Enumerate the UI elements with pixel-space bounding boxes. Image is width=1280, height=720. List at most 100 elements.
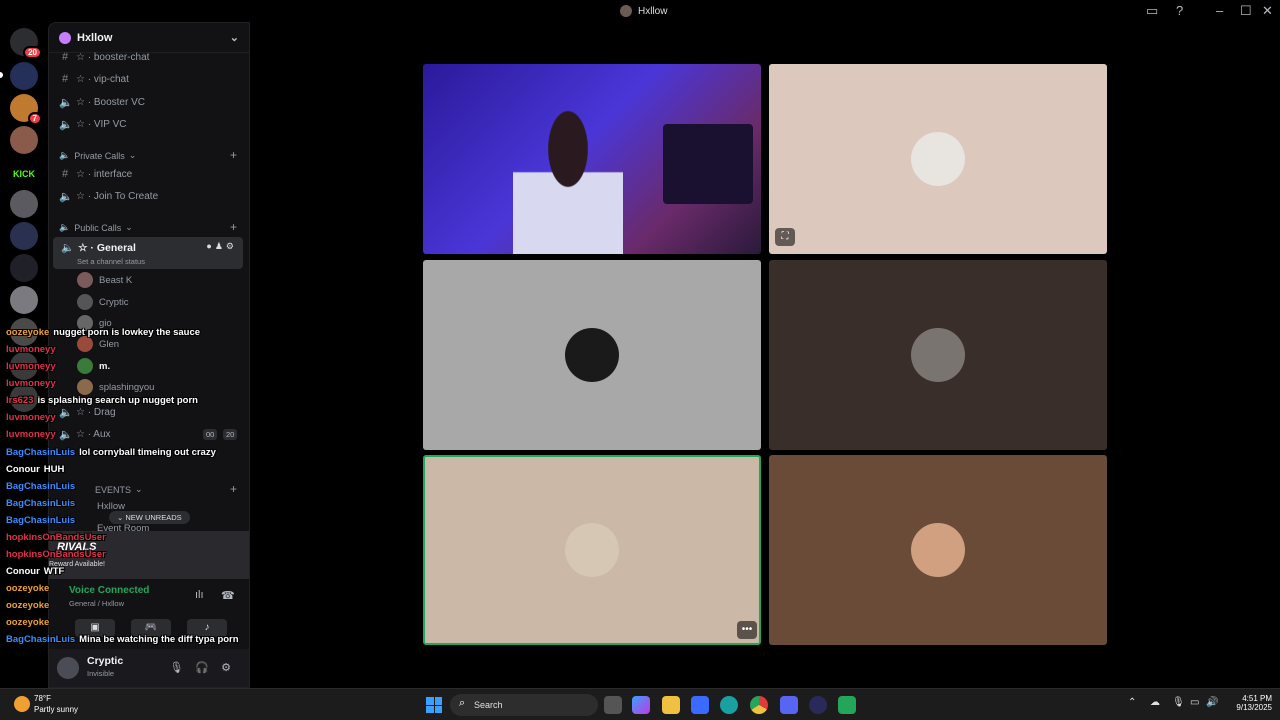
clock[interactable]: 4:51 PM 9/13/2025	[1228, 694, 1272, 712]
minimize-button[interactable]: –	[1216, 3, 1223, 18]
channel-name: 🔈 ☆ · General	[61, 241, 136, 255]
discord-icon[interactable]	[780, 696, 798, 714]
app-icon[interactable]	[809, 696, 827, 714]
speaker-icon: 🔈	[59, 407, 73, 419]
add-channel-button[interactable]: +	[230, 220, 237, 234]
chat-username: lrs623	[6, 395, 34, 406]
display-icon[interactable]: ▭	[1190, 697, 1199, 708]
cloud-icon[interactable]: ☁	[1150, 697, 1160, 708]
voice-user[interactable]: m.	[77, 358, 110, 374]
store-icon[interactable]	[691, 696, 709, 714]
server-icon[interactable]	[10, 126, 38, 154]
video-tile-camera[interactable]	[423, 64, 761, 254]
chat-username: Conour	[6, 566, 40, 577]
server-icon[interactable]: 7	[10, 94, 42, 125]
channel-join-to-create[interactable]: 🔈 ☆ · Join To Create	[59, 190, 158, 203]
channel-booster-chat[interactable]: # ☆ · booster-chat	[59, 51, 150, 63]
user-name[interactable]: Cryptic	[87, 655, 123, 667]
hash-icon: #	[61, 73, 69, 85]
chat-message: BagChasinLuis	[6, 498, 79, 509]
microphone-icon[interactable]: 🎙	[169, 662, 195, 674]
direct-messages-button[interactable]: 20	[10, 28, 42, 59]
channel-actions[interactable]: ●♟⚙	[206, 241, 237, 252]
title-avatar	[620, 5, 632, 17]
chat-message: oozeyoke	[6, 617, 53, 628]
inbox-icon[interactable]: ▭	[1146, 3, 1158, 19]
channel-aux[interactable]: 🔈 ☆ · Aux	[59, 428, 111, 441]
avatar	[911, 523, 965, 577]
chat-message: BagChasinLuis Mina be watching the diff t…	[6, 634, 239, 645]
new-unreads-pill[interactable]: ⌄ NEW UNREADS	[109, 511, 190, 524]
app-icon[interactable]	[838, 696, 856, 714]
chevron-down-icon: ⌄	[128, 150, 137, 160]
channel-general-selected[interactable]: 🔈 ☆ · General Set a channel status ●♟⚙	[53, 237, 243, 269]
file-explorer-icon[interactable]	[662, 696, 680, 714]
video-tile[interactable]	[769, 455, 1107, 645]
video-tile[interactable]	[769, 260, 1107, 450]
weather-temp[interactable]: 78°F	[34, 694, 51, 703]
task-view-icon[interactable]	[604, 696, 622, 714]
more-options-icon[interactable]: •••	[737, 621, 757, 639]
category-public-calls[interactable]: 🔈 Public Calls ⌄	[59, 222, 133, 233]
search-box[interactable]: ⌕ Search	[450, 694, 598, 716]
server-icon[interactable]	[10, 286, 38, 314]
server-icon[interactable]	[10, 222, 38, 250]
user-panel: Cryptic Invisible 🎙🎧⚙	[49, 649, 249, 687]
speaker-icon: 🔈	[59, 222, 71, 232]
help-icon[interactable]: ?	[1176, 3, 1183, 18]
volume-icon[interactable]: 🔊	[1206, 697, 1218, 708]
close-button[interactable]: ✕	[1262, 3, 1273, 19]
start-button[interactable]	[426, 697, 442, 713]
speaker-icon: 🔈	[59, 97, 73, 109]
category-private-calls[interactable]: 🔈 Private Calls ⌄	[59, 150, 136, 161]
disconnect-icon[interactable]: ☎	[221, 589, 235, 602]
video-tile[interactable]	[423, 260, 761, 450]
kick-server-icon[interactable]: KICK	[10, 160, 38, 188]
gear-icon[interactable]: ⚙	[226, 241, 237, 251]
video-tile[interactable]: ⛶	[769, 64, 1107, 254]
channel-status[interactable]: Set a channel status	[77, 257, 145, 266]
channel-booster-vc[interactable]: 🔈 ☆ · Booster VC	[59, 96, 145, 109]
microphone-icon[interactable]: 🎙	[1172, 697, 1185, 708]
add-channel-button[interactable]: +	[230, 148, 237, 162]
voice-user[interactable]: splashingyou	[77, 379, 154, 395]
chat-message: BagChasinLuis	[6, 481, 79, 492]
chrome-icon[interactable]	[750, 696, 768, 714]
server-icon[interactable]	[10, 62, 38, 90]
voice-user[interactable]: Beast K	[77, 272, 132, 288]
gear-icon[interactable]: ⚙	[221, 662, 243, 674]
chat-username: BagChasinLuis	[6, 498, 76, 509]
noise-suppression-icon[interactable]: ılı	[195, 589, 204, 601]
channel-interface[interactable]: # ☆ · interface	[59, 168, 132, 180]
category-events[interactable]: EVENTS ⌄	[95, 484, 143, 495]
chat-text: is splashing search up nugget porn	[37, 395, 198, 406]
chat-text: WTF	[43, 566, 65, 577]
weather-icon[interactable]	[14, 696, 30, 712]
edge-icon[interactable]	[720, 696, 738, 714]
server-icon[interactable]	[10, 190, 38, 218]
server-icon[interactable]	[10, 254, 38, 282]
channel-drag[interactable]: 🔈 ☆ · Drag	[59, 406, 116, 419]
chat-username: luvmoneyy	[6, 378, 56, 389]
voice-status[interactable]: Voice Connected	[69, 585, 149, 596]
chat-message: BagChasinLuis	[6, 515, 79, 526]
add-channel-button[interactable]: +	[230, 482, 237, 496]
copilot-icon[interactable]	[632, 696, 650, 714]
channel-vip-chat[interactable]: # ☆ · vip-chat	[59, 73, 129, 85]
voice-channel-path[interactable]: General / Hxllow	[69, 599, 124, 608]
chat-icon[interactable]: ●	[206, 241, 214, 251]
voice-user[interactable]: Glen	[77, 336, 119, 352]
voice-user[interactable]: Cryptic	[77, 294, 129, 310]
server-header[interactable]: Hxllow ⌄	[49, 23, 249, 53]
chevron-up-icon[interactable]: ⌃	[1128, 697, 1136, 708]
headphones-icon[interactable]: 🎧	[195, 662, 221, 674]
maximize-button[interactable]: ☐	[1240, 3, 1252, 19]
channel-vip-vc[interactable]: 🔈 ☆ · VIP VC	[59, 118, 126, 131]
chat-text: Mina be watching the diff typa porn	[79, 634, 239, 645]
server-logo-icon	[59, 31, 71, 44]
invite-icon[interactable]: ♟	[215, 241, 226, 251]
avatar[interactable]	[57, 657, 79, 679]
video-tile-speaking[interactable]: •••	[423, 455, 761, 645]
stream-icon[interactable]: ⛶	[775, 228, 795, 246]
weather-desc[interactable]: Partly sunny	[34, 705, 78, 714]
